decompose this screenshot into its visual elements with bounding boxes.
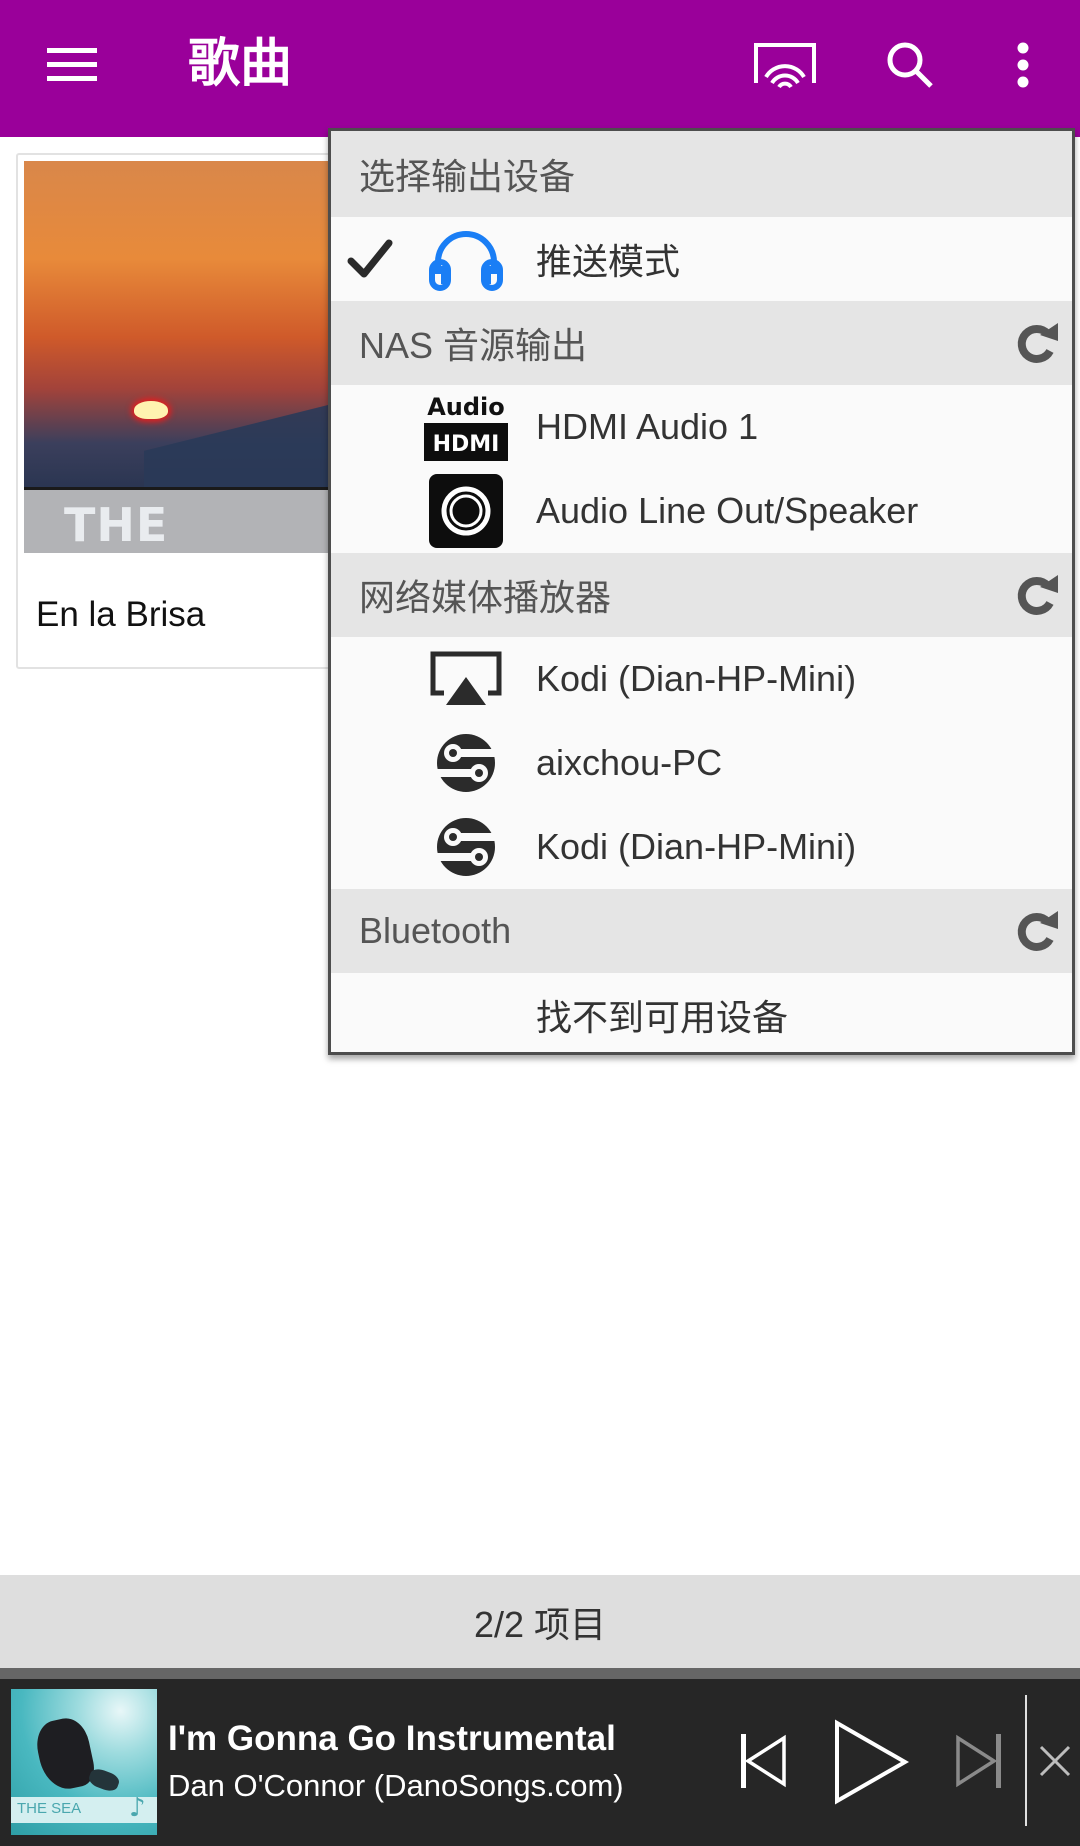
- device-label: HDMI Audio 1: [536, 406, 759, 447]
- airplay-icon: [423, 643, 509, 715]
- more-vertical-icon: [1017, 42, 1028, 88]
- art-caption: THE SEA: [17, 1800, 82, 1817]
- output-device-menu: 选择输出设备 推送模式 NAS 音源输出 Audio HDMI HDMI Aud…: [328, 128, 1075, 1055]
- mini-player[interactable]: THE SEA ♪ I'm Gonna Go Instrumental Dan …: [0, 1679, 1080, 1846]
- music-note-icon: ♪: [129, 1793, 146, 1823]
- device-item-aixchou-pc[interactable]: aixchou-PC: [331, 721, 1072, 805]
- device-item-hdmi-audio[interactable]: Audio HDMI HDMI Audio 1: [331, 385, 1072, 469]
- album-art: THE SUNSET: [24, 161, 354, 553]
- item-count: 2/2 项目: [473, 1603, 607, 1645]
- device-label: Kodi (Dian-HP-Mini): [536, 658, 857, 699]
- next-button[interactable]: [952, 1729, 1006, 1793]
- bluetooth-empty-row: 找不到可用设备: [331, 973, 1072, 1057]
- section-header-nas: NAS 音源输出: [331, 301, 1072, 385]
- player-divider: [1025, 1695, 1027, 1826]
- checkmark-icon: [347, 239, 393, 278]
- search-button[interactable]: [870, 30, 950, 100]
- menu-title-row: 选择输出设备: [331, 131, 1072, 217]
- track-artist: Dan O'Connor (DanoSongs.com): [168, 1768, 624, 1803]
- device-item-push-mode[interactable]: 推送模式: [331, 217, 1072, 301]
- close-player-button[interactable]: [1036, 1739, 1074, 1783]
- previous-button[interactable]: [735, 1729, 791, 1793]
- menu-button[interactable]: [30, 28, 114, 100]
- skip-previous-icon: [741, 1734, 786, 1788]
- item-count-bar: 2/2 项目: [0, 1575, 1080, 1668]
- menu-title: 选择输出设备: [359, 156, 576, 197]
- close-icon: [1039, 1745, 1071, 1777]
- refresh-icon[interactable]: [1014, 573, 1060, 619]
- song-title: En la Brisa: [36, 595, 206, 634]
- device-label: Audio Line Out/Speaker: [536, 490, 919, 531]
- refresh-icon[interactable]: [1014, 909, 1060, 955]
- play-icon: [835, 1719, 910, 1805]
- playback-progress-bar[interactable]: [0, 1668, 1080, 1679]
- now-playing-art: THE SEA ♪: [11, 1689, 157, 1835]
- section-header-bluetooth: Bluetooth: [331, 889, 1072, 973]
- skip-next-icon: [956, 1734, 1001, 1788]
- track-title: I'm Gonna Go Instrumental: [168, 1719, 616, 1758]
- section-header-network-players: 网络媒体播放器: [331, 553, 1072, 637]
- more-options-button[interactable]: [1000, 30, 1045, 100]
- search-icon: [887, 42, 933, 88]
- device-item-line-out[interactable]: Audio Line Out/Speaker: [331, 469, 1072, 553]
- device-item-kodi-airplay[interactable]: Kodi (Dian-HP-Mini): [331, 637, 1072, 721]
- song-card[interactable]: THE SUNSET En la Brisa: [16, 153, 356, 669]
- app-header: 歌曲: [0, 0, 1080, 137]
- section-label: 网络媒体播放器: [359, 577, 612, 618]
- device-item-kodi-dlna[interactable]: Kodi (Dian-HP-Mini): [331, 805, 1072, 889]
- svg-text:Audio: Audio: [427, 393, 505, 421]
- album-art-caption: THE SUNSET: [64, 498, 274, 553]
- cast-button[interactable]: [745, 30, 825, 100]
- hamburger-menu-icon: [47, 48, 97, 81]
- device-label: 推送模式: [536, 241, 681, 282]
- page-title: 歌曲: [188, 34, 293, 94]
- svg-text:HDMI: HDMI: [433, 432, 500, 457]
- empty-message: 找不到可用设备: [536, 998, 789, 1039]
- play-button[interactable]: [828, 1717, 914, 1807]
- dlna-icon: [423, 727, 509, 799]
- device-label: aixchou-PC: [536, 742, 723, 783]
- dlna-icon: [423, 811, 509, 883]
- headphones-icon: [423, 223, 509, 295]
- hdmi-audio-icon: Audio HDMI: [423, 391, 509, 463]
- speaker-icon: [423, 474, 509, 548]
- airplay-cast-icon: [754, 43, 816, 89]
- device-label: Kodi (Dian-HP-Mini): [536, 826, 857, 867]
- section-label: NAS 音源输出: [359, 325, 588, 366]
- refresh-icon[interactable]: [1014, 321, 1060, 367]
- section-label: Bluetooth: [359, 910, 512, 951]
- app-root: 歌曲 THE En la Brisa 选择输出设备 推送模式 NAS 音源输出 …: [0, 0, 1080, 1846]
